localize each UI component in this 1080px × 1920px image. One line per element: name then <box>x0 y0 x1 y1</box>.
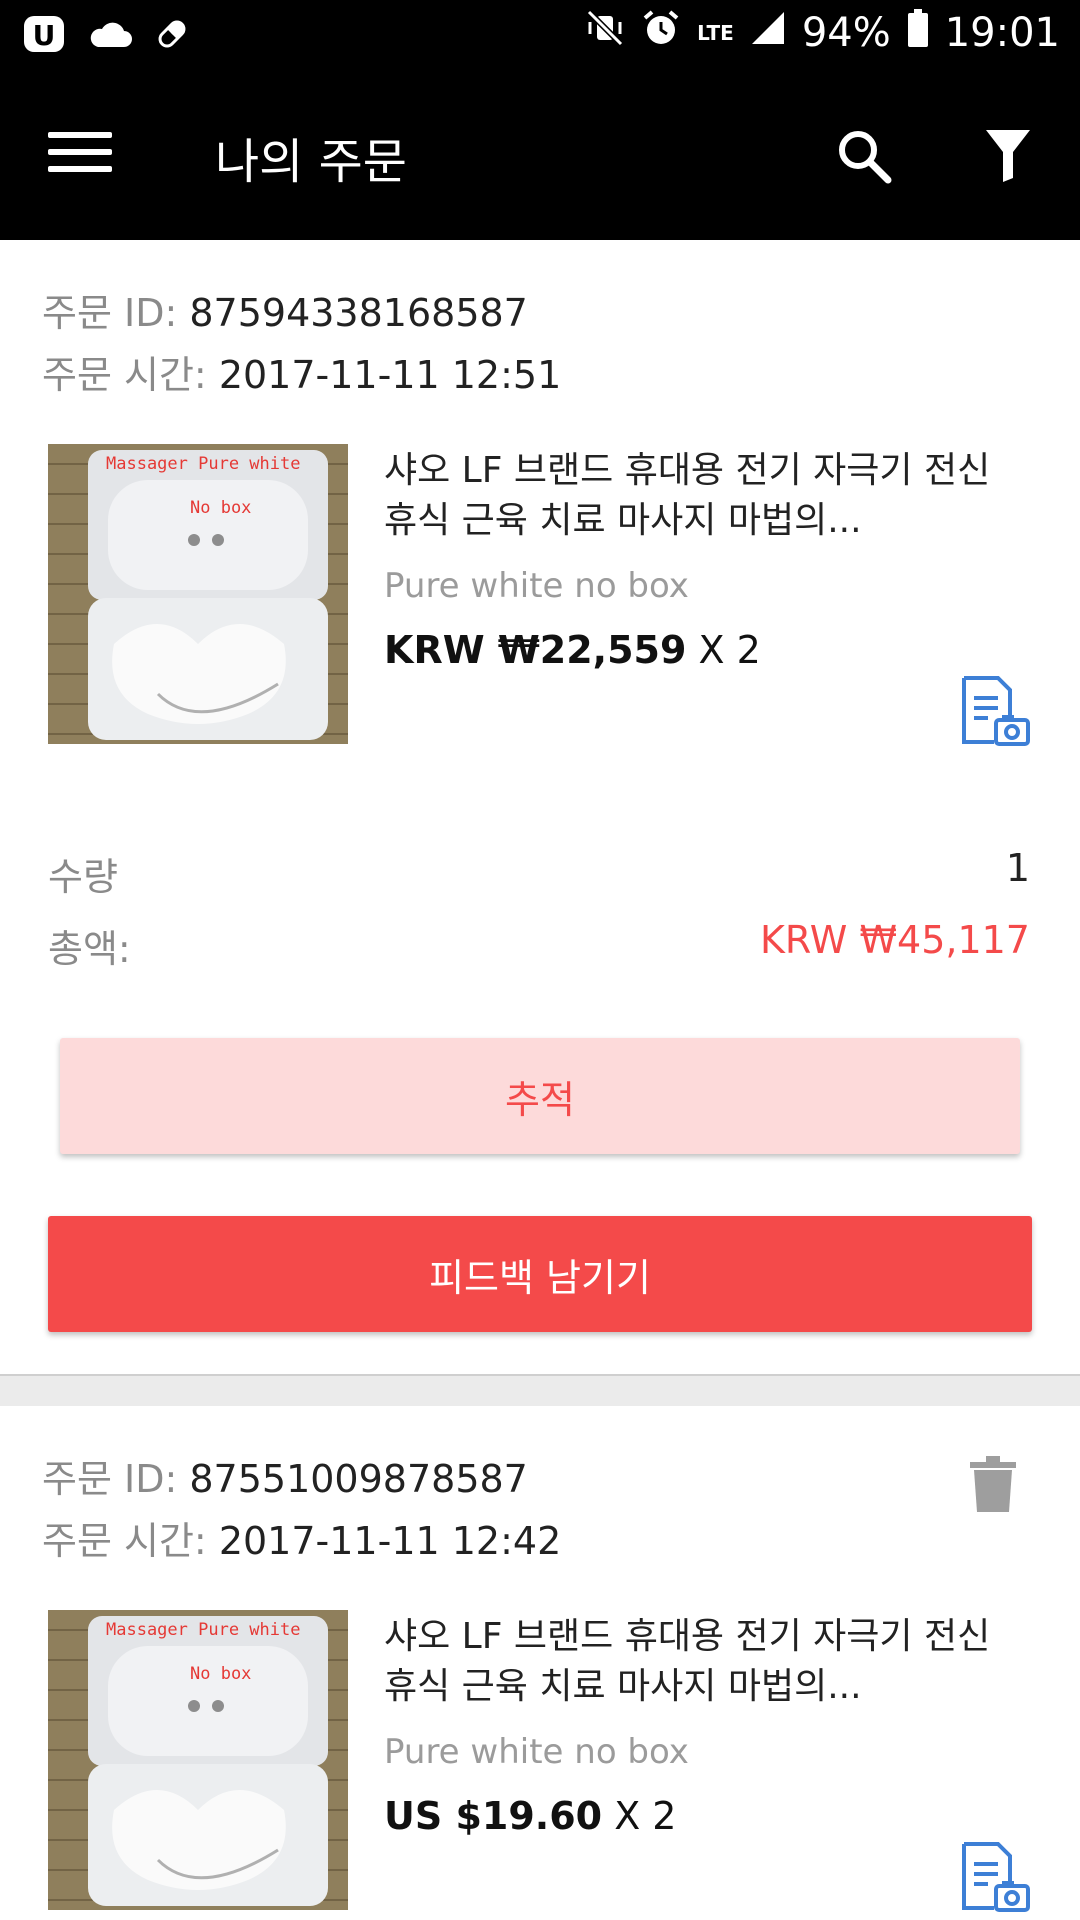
signal-icon <box>750 10 786 56</box>
image-caption-1: Massager Pure white <box>106 454 301 474</box>
order-id-value: 87551009878587 <box>189 1457 528 1501</box>
quantity-label: 수량 <box>48 855 118 899</box>
battery-icon <box>907 8 929 58</box>
image-caption-1: Massager Pure white <box>106 1620 301 1640</box>
product-image[interactable]: Massager Pure white No box <box>48 1610 348 1910</box>
search-icon[interactable] <box>834 126 894 186</box>
product-price-row: US $19.60 X 2 <box>384 1794 676 1838</box>
page-title: 나의 주문 <box>215 134 407 190</box>
order-time-label: 주문 시간: <box>42 1519 207 1563</box>
trash-icon[interactable] <box>968 1456 1018 1514</box>
product-price: KRW ₩22,559 <box>384 628 687 672</box>
pill-icon <box>154 16 190 56</box>
track-button[interactable]: 추적 <box>60 1038 1020 1154</box>
image-caption-2: No box <box>190 1664 252 1684</box>
order-time-value: 2017-11-11 12:51 <box>218 353 562 397</box>
status-bar: U LTE 94% 19:01 <box>0 0 1080 72</box>
order-time-value: 2017-11-11 12:42 <box>218 1519 562 1563</box>
product-variant: Pure white no box <box>384 566 689 606</box>
product-price-row: KRW ₩22,559 X 2 <box>384 628 761 672</box>
menu-icon[interactable] <box>48 128 116 176</box>
total-label: 총액: <box>48 927 131 971</box>
svg-text:U: U <box>33 19 56 52</box>
clock: 19:01 <box>944 10 1060 56</box>
order-card: 주문 ID: 87594338168587 주문 시간: 2017-11-11 … <box>0 240 1080 1374</box>
product-qty: X 2 <box>698 628 761 672</box>
order-divider <box>0 1374 1080 1408</box>
product-qty: X 2 <box>614 1794 677 1838</box>
u-app-icon: U <box>22 14 66 58</box>
image-caption-2: No box <box>190 498 252 518</box>
product-image[interactable]: Massager Pure white No box <box>48 444 348 744</box>
total-value: KRW ₩45,117 <box>760 918 1030 962</box>
order-id-value: 87594338168587 <box>189 291 528 335</box>
order-id-label: 주문 ID: <box>42 1457 178 1501</box>
order-id-row: 주문 ID: 87551009878587 <box>42 1448 528 1503</box>
vibrate-mute-icon <box>585 8 625 58</box>
quantity-value: 1 <box>1005 846 1030 890</box>
app-bar: U LTE 94% 19:01 나의 주문 <box>0 0 1080 240</box>
alarm-icon <box>641 8 681 58</box>
lte-label: LTE <box>697 21 734 45</box>
order-time-row: 주문 시간: 2017-11-11 12:42 <box>42 1510 561 1565</box>
filter-icon[interactable] <box>984 126 1032 184</box>
product-variant: Pure white no box <box>384 1732 689 1772</box>
leave-feedback-button[interactable]: 피드백 남기기 <box>48 1216 1032 1332</box>
order-time-row: 주문 시간: 2017-11-11 12:51 <box>42 344 561 399</box>
order-card: 주문 ID: 87551009878587 주문 시간: 2017-11-11 … <box>0 1406 1080 1920</box>
photo-review-icon[interactable] <box>958 674 1030 746</box>
product-title[interactable]: 샤오 LF 브랜드 휴대용 전기 자극기 전신 휴식 근육 치료 마사지 마법의… <box>384 446 1024 546</box>
product-title[interactable]: 샤오 LF 브랜드 휴대용 전기 자극기 전신 휴식 근육 치료 마사지 마법의… <box>384 1612 1024 1712</box>
order-id-row: 주문 ID: 87594338168587 <box>42 282 528 337</box>
photo-review-icon[interactable] <box>958 1840 1030 1912</box>
order-time-label: 주문 시간: <box>42 353 207 397</box>
battery-percent: 94% <box>801 10 891 56</box>
cloud-icon <box>88 19 132 53</box>
order-id-label: 주문 ID: <box>42 291 178 335</box>
product-price: US $19.60 <box>384 1794 603 1838</box>
